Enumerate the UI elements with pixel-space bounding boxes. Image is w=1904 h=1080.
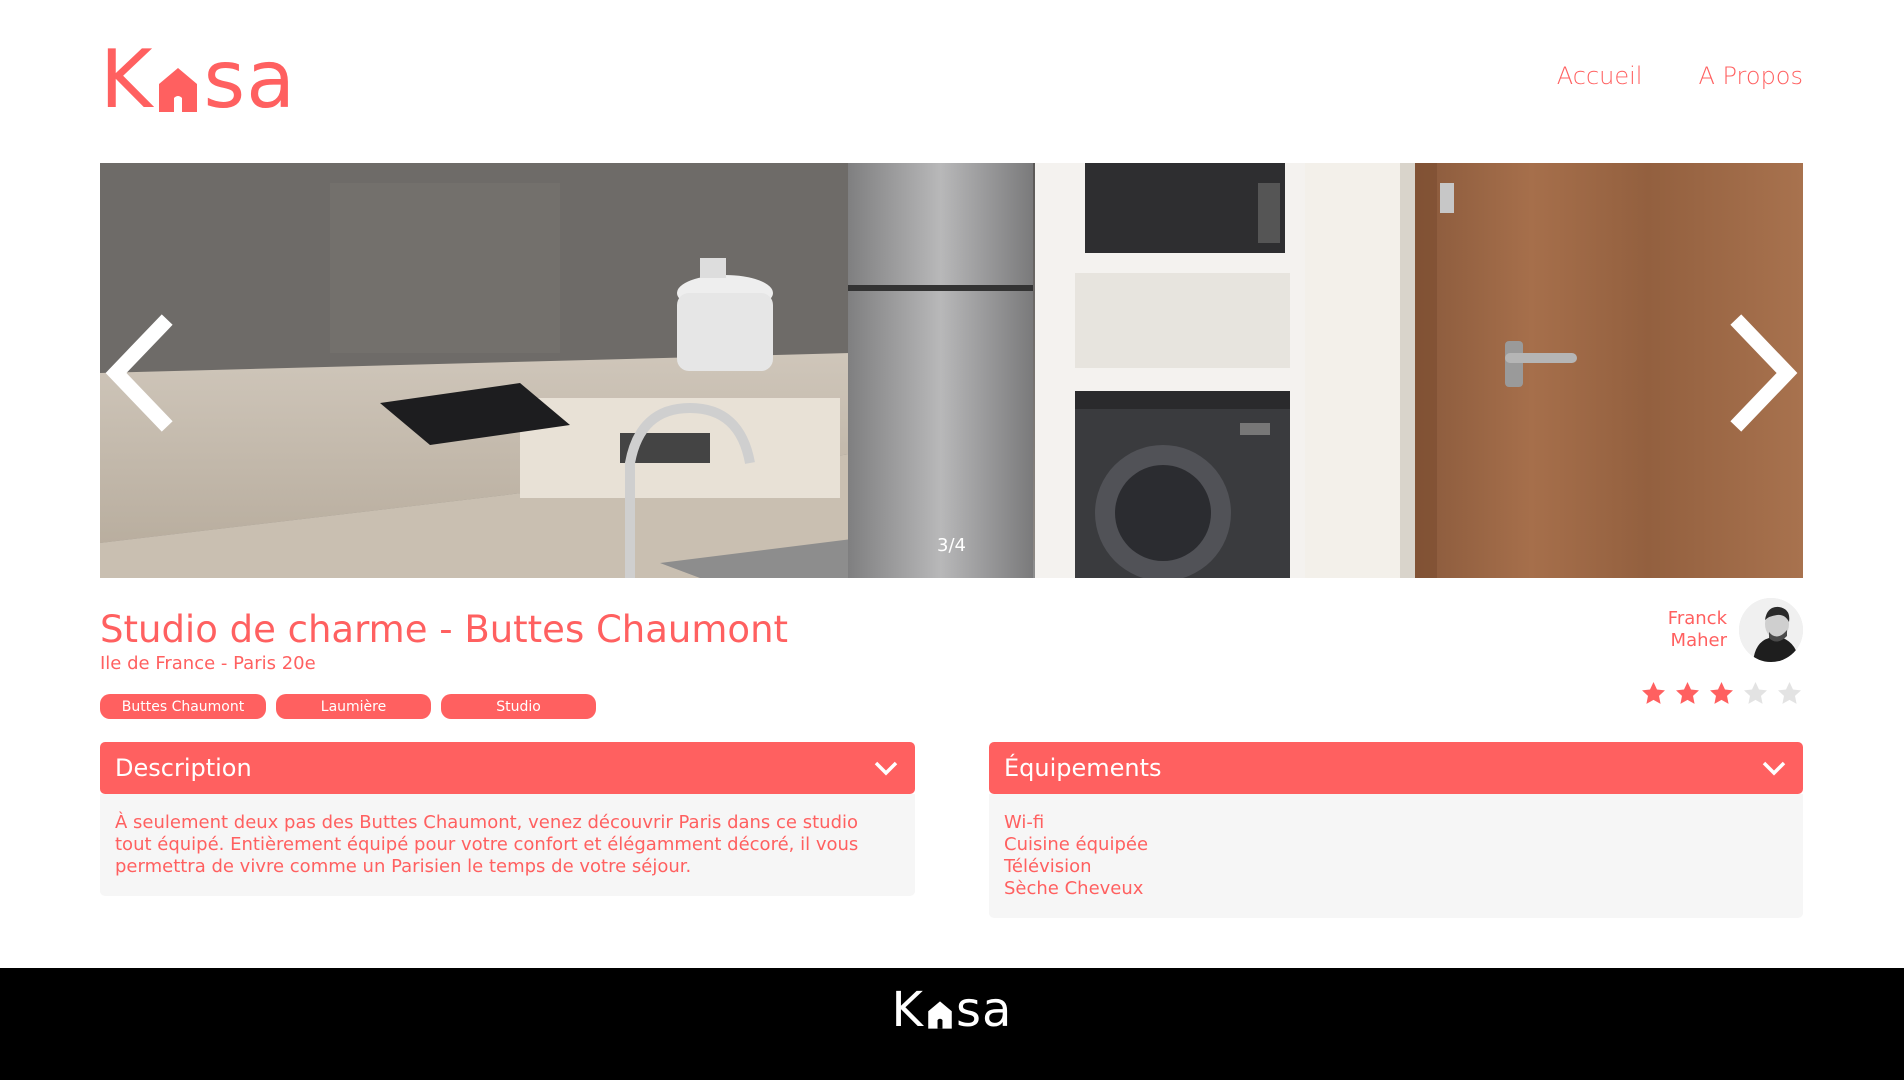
star-icon (1642, 682, 1665, 704)
footer-logo-letters-sa: sa (956, 982, 1013, 1038)
chevron-down-icon[interactable] (1761, 759, 1787, 777)
star-icon (1778, 682, 1801, 704)
description-toggle[interactable]: Description (100, 742, 915, 794)
description-title: Description (115, 754, 252, 782)
nav-link-home[interactable]: Accueil (1557, 62, 1643, 90)
kasa-logo[interactable]: K sa (100, 40, 296, 120)
equipment-item: Cuisine équipée (1004, 834, 1149, 855)
host-avatar (1739, 598, 1803, 662)
description-body: À seulement deux pas des Buttes Chaumont… (100, 794, 915, 896)
listing-location: Ile de France - Paris 20e (100, 653, 316, 674)
logo-letter-k: K (100, 33, 154, 126)
house-icon (159, 68, 198, 112)
tag-item: Buttes Chaumont (100, 694, 266, 719)
site-footer: K sa (0, 968, 1904, 1080)
logo-letters-sa: sa (203, 33, 297, 126)
tag-list: Buttes Chaumont Laumière Studio (100, 694, 596, 719)
chevron-down-icon[interactable] (873, 759, 899, 777)
house-icon (928, 1001, 952, 1029)
kitchen-photo (100, 163, 1803, 578)
description-text: À seulement deux pas des Buttes Chaumont… (115, 812, 859, 877)
chevron-right-icon[interactable] (1723, 313, 1803, 433)
host-info: Franck Maher (1668, 598, 1803, 662)
tag-item: Studio (441, 694, 596, 719)
star-icon (1676, 682, 1699, 704)
tag-item: Laumière (276, 694, 431, 719)
chevron-left-icon[interactable] (100, 313, 180, 433)
listing-title: Studio de charme - Buttes Chaumont (100, 608, 789, 651)
photo-carousel: 3/4 (100, 163, 1803, 578)
host-name: Franck Maher (1668, 608, 1727, 652)
equipments-title: Équipements (1004, 754, 1162, 782)
star-rating (1640, 680, 1803, 707)
nav-link-about[interactable]: A Propos (1698, 62, 1803, 90)
host-first-name: Franck (1667, 608, 1727, 629)
description-collapse: Description À seulement deux pas des But… (100, 742, 915, 896)
site-header: K sa Accueil A Propos (100, 40, 1803, 120)
main-nav: Accueil A Propos (1557, 62, 1803, 90)
person-portrait-icon (1739, 598, 1803, 662)
equipment-item: Wi-fi (1004, 812, 1045, 833)
host-last-name: Maher (1670, 630, 1727, 651)
equipment-item: Télévision (1004, 856, 1092, 877)
star-icon (1710, 682, 1733, 704)
equipments-collapse: Équipements Wi-fi Cuisine équipée Télévi… (989, 742, 1803, 918)
footer-logo: K sa (0, 980, 1904, 1040)
equipments-list: Wi-fi Cuisine équipée Télévision Sèche C… (989, 794, 1803, 918)
equipment-item: Sèche Cheveux (1004, 878, 1144, 899)
equipments-toggle[interactable]: Équipements (989, 742, 1803, 794)
footer-logo-letter-k: K (891, 982, 925, 1038)
star-icon (1744, 682, 1767, 704)
slide-counter: 3/4 (937, 535, 966, 556)
